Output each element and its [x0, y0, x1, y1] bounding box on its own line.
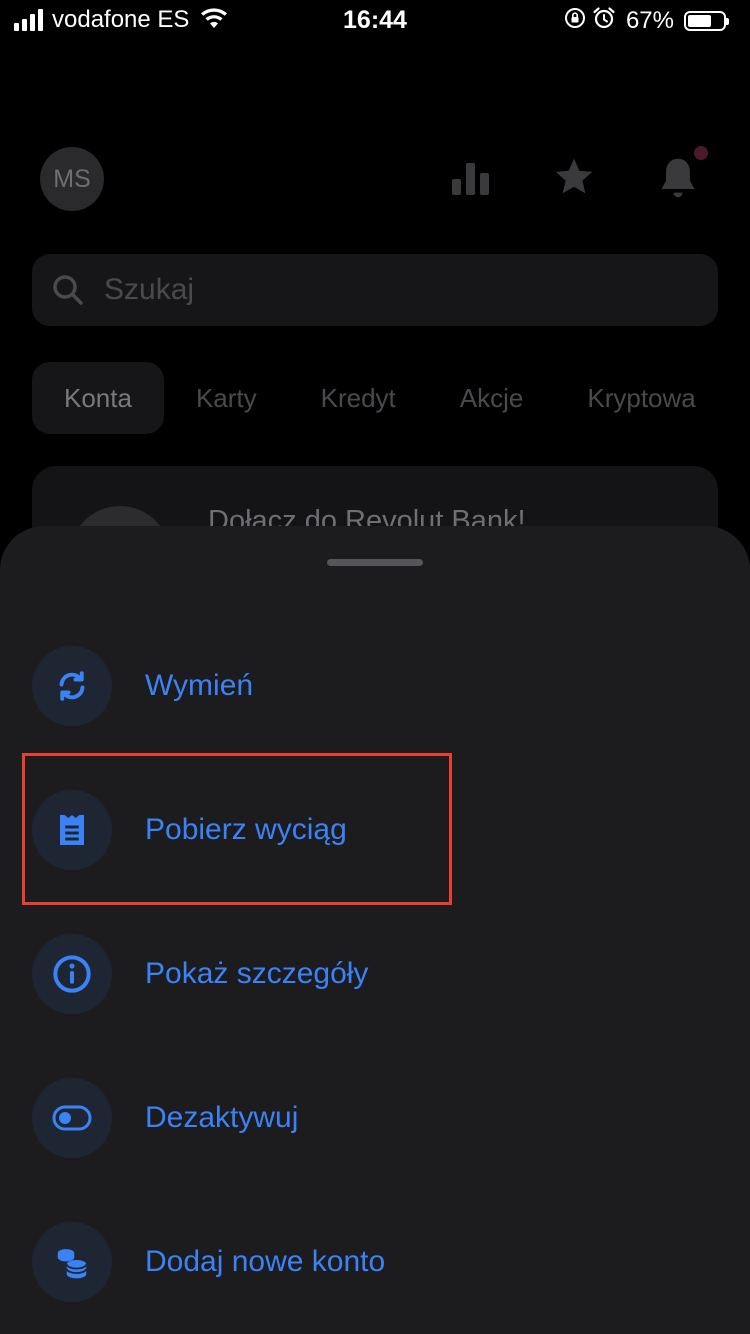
search-input[interactable]: Szukaj: [32, 254, 718, 326]
alarm-icon: [592, 6, 616, 35]
bell-icon[interactable]: [656, 155, 700, 206]
bar-chart-icon[interactable]: [450, 155, 492, 202]
avatar[interactable]: MS: [40, 147, 104, 211]
avatar-initials: MS: [53, 164, 91, 193]
info-icon: [32, 934, 112, 1014]
tab-akcje[interactable]: Akcje: [428, 362, 556, 434]
deactivate-button[interactable]: Dezaktywuj: [32, 1078, 632, 1158]
battery-percent: 67%: [625, 6, 674, 34]
add-new-account-label: Dodaj nowe konto: [145, 1245, 386, 1278]
notification-dot: [694, 146, 708, 160]
status-bar: vodafone ES 16:44 67%: [0, 0, 750, 40]
toggle-icon: [32, 1078, 112, 1158]
search-icon: [52, 274, 84, 311]
search-placeholder: Szukaj: [104, 273, 195, 306]
orientation-lock-icon: [564, 7, 586, 34]
exchange-icon: [32, 646, 112, 726]
battery-icon: [684, 10, 729, 31]
sheet-handle[interactable]: [327, 559, 423, 566]
add-new-account-button[interactable]: Dodaj nowe konto: [32, 1222, 632, 1302]
deactivate-label: Dezaktywuj: [145, 1101, 299, 1134]
show-details-button[interactable]: Pokaż szczegóły: [32, 934, 632, 1014]
tab-kredyt[interactable]: Kredyt: [289, 362, 428, 434]
star-icon[interactable]: [552, 155, 596, 204]
tab-karty[interactable]: Karty: [164, 362, 289, 434]
tab-bar: Konta Karty Kredyt Akcje Kryptowa: [32, 362, 728, 434]
tab-kryptowaluty[interactable]: Kryptowa: [555, 362, 727, 434]
show-details-label: Pokaż szczegóły: [145, 957, 369, 990]
tab-konta[interactable]: Konta: [32, 362, 164, 434]
highlight-annotation: [22, 753, 452, 905]
exchange-label: Wymień: [145, 669, 254, 702]
coins-icon: [32, 1222, 112, 1302]
exchange-button[interactable]: Wymień: [32, 646, 632, 726]
account-actions-sheet: Wymień Pobierz wyciąg Pokaż szczegóły De…: [0, 526, 750, 1334]
